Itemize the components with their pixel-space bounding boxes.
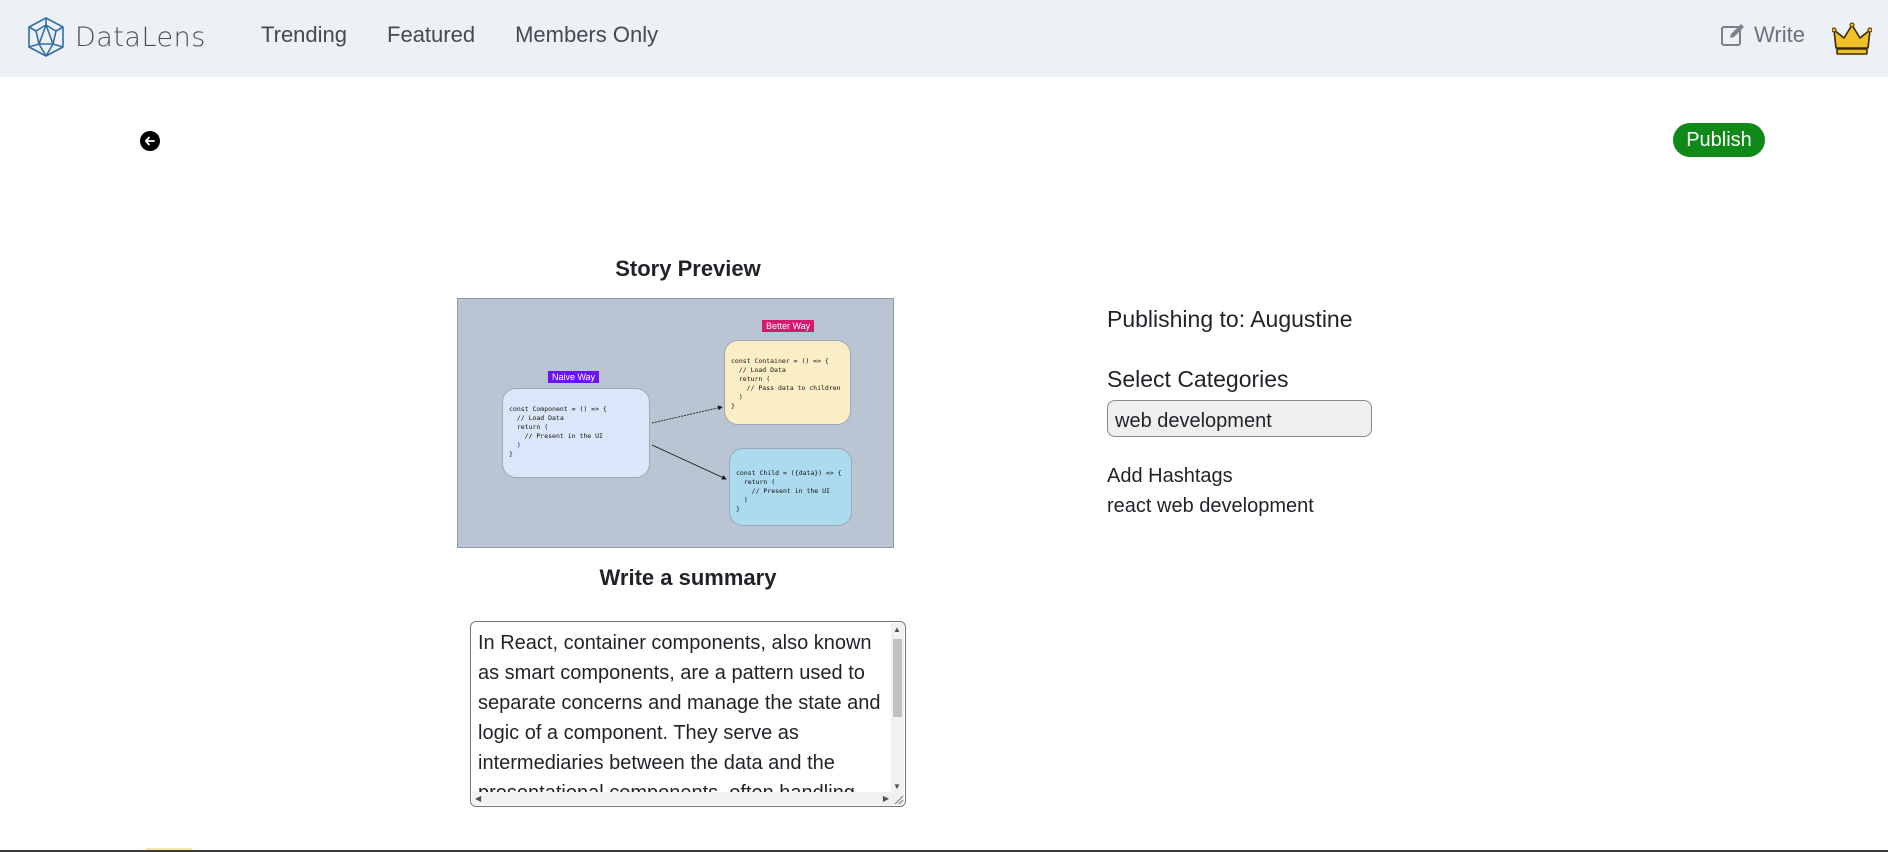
container-component-code: const Container = () => { // Load Data r… — [724, 340, 851, 425]
summary-heading: Write a summary — [599, 565, 777, 590]
naive-component-code: const Component = () => { // Load Data r… — [502, 388, 650, 478]
write-button[interactable]: Write — [1720, 22, 1805, 48]
nav-featured[interactable]: Featured — [387, 22, 475, 48]
hashtags-input[interactable]: react web development — [1107, 495, 1314, 518]
category-input[interactable]: web development — [1107, 400, 1372, 437]
edit-icon — [1721, 24, 1744, 46]
nav-trending[interactable]: Trending — [261, 22, 347, 48]
scroll-left-icon[interactable]: ◀ — [475, 794, 481, 803]
arrow-left-icon — [144, 136, 155, 146]
write-label: Write — [1754, 22, 1805, 47]
publishing-to-label: Publishing to: Augustine — [1107, 306, 1353, 332]
summary-text[interactable]: In React, container components, also kno… — [478, 628, 883, 806]
back-button[interactable] — [140, 131, 160, 151]
resize-grip-icon[interactable] — [891, 792, 904, 805]
brand-name: DataLens — [75, 21, 206, 53]
scroll-up-icon[interactable]: ▲ — [893, 626, 901, 634]
better-way-tag: Better Way — [762, 320, 815, 332]
nav-members-only[interactable]: Members Only — [515, 22, 658, 48]
scroll-thumb[interactable] — [893, 639, 902, 717]
summary-vertical-scrollbar[interactable]: ▲ ▼ — [891, 623, 904, 793]
summary-textarea[interactable]: In React, container components, also kno… — [470, 621, 906, 807]
scroll-right-icon[interactable]: ▶ — [883, 794, 889, 803]
select-categories-label: Select Categories — [1107, 366, 1289, 392]
publish-button[interactable]: Publish — [1673, 123, 1765, 157]
polyhedron-logo-icon — [28, 17, 64, 57]
top-navigation-bar: DataLens Trending Featured Members Only … — [0, 0, 1888, 77]
naive-way-tag: Naive Way — [548, 371, 600, 383]
story-preview-image: Naive Way Better Way const Component = (… — [457, 298, 894, 548]
add-hashtags-label: Add Hashtags — [1107, 465, 1233, 487]
story-preview-heading: Story Preview — [615, 256, 761, 281]
bottom-highlight — [146, 848, 192, 850]
scroll-down-icon[interactable]: ▼ — [893, 783, 901, 791]
main-nav: Trending Featured Members Only — [261, 22, 658, 48]
brand-logo[interactable]: DataLens — [25, 16, 206, 58]
child-component-code: const Child = ({data}) => { return ( // … — [729, 448, 852, 526]
crown-icon[interactable] — [1832, 22, 1872, 56]
summary-horizontal-scrollbar[interactable]: ◀ ▶ — [472, 792, 892, 805]
